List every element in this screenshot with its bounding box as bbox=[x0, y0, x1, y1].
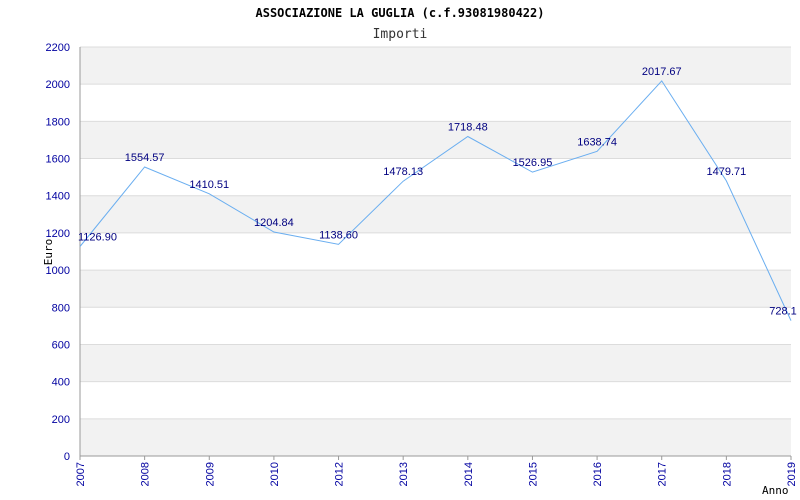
plot-band bbox=[80, 344, 791, 382]
data-label: 2017.67 bbox=[642, 66, 682, 78]
y-tick-label: 1200 bbox=[46, 228, 70, 240]
data-label: 1718.48 bbox=[448, 122, 488, 134]
x-tick-label: 2008 bbox=[140, 462, 152, 486]
data-label: 1138.60 bbox=[319, 229, 358, 241]
x-tick-label: 2016 bbox=[592, 462, 604, 486]
plot-band bbox=[80, 381, 791, 419]
x-tick-label: 2013 bbox=[398, 462, 410, 486]
y-tick-label: 800 bbox=[52, 302, 70, 314]
x-tick-label: 2007 bbox=[75, 462, 87, 486]
y-tick-label: 2000 bbox=[46, 79, 70, 91]
x-tick-label: 2018 bbox=[721, 462, 733, 486]
y-tick-label: 200 bbox=[52, 414, 70, 426]
data-label: 1638.74 bbox=[577, 136, 617, 148]
x-tick-label: 2015 bbox=[527, 462, 539, 486]
data-label: 1554.57 bbox=[125, 152, 165, 164]
x-tick-label: 2017 bbox=[657, 462, 669, 486]
chart-title: ASSOCIAZIONE LA GUGLIA (c.f.93081980422) bbox=[256, 6, 545, 20]
x-tick-labels: 2007 2008 2009 2010 2012 2013 2014 2015 2016 2017… bbox=[75, 456, 798, 486]
plot-band bbox=[80, 158, 791, 196]
data-label: 1478.13 bbox=[383, 166, 423, 178]
plot-band bbox=[80, 121, 791, 159]
y-tick-label: 400 bbox=[52, 377, 70, 389]
data-label: 1479.71 bbox=[706, 166, 746, 178]
data-label: 728.1 bbox=[769, 306, 797, 318]
y-tick-label: 1000 bbox=[46, 265, 70, 277]
plot-band bbox=[80, 307, 791, 345]
plot-band bbox=[80, 418, 791, 456]
data-label: 1126.90 bbox=[78, 231, 117, 243]
x-tick-label: 2009 bbox=[204, 462, 216, 486]
plot-band bbox=[80, 270, 791, 308]
y-tick-label: 1600 bbox=[46, 154, 70, 166]
x-tick-label: 2014 bbox=[463, 462, 475, 486]
y-tick-label: 1400 bbox=[46, 191, 70, 203]
y-tick-label: 1800 bbox=[46, 116, 70, 128]
y-axis-title: Euro bbox=[42, 239, 55, 266]
x-tick-label: 2019 bbox=[786, 462, 798, 486]
data-label: 1526.95 bbox=[513, 157, 553, 169]
data-label: 1410.51 bbox=[189, 179, 229, 191]
plot-band bbox=[80, 47, 791, 85]
plot-background-bands bbox=[80, 47, 791, 456]
line-chart: 0 200 400 600 800 1000 1200 1400 1600 1800 2000 220… bbox=[42, 6, 798, 497]
x-axis-title: Anno bbox=[762, 484, 789, 497]
x-tick-label: 2012 bbox=[334, 462, 346, 486]
plot-band bbox=[80, 195, 791, 233]
y-tick-label: 2200 bbox=[46, 42, 70, 54]
data-label: 1204.84 bbox=[254, 217, 294, 229]
plot-band bbox=[80, 232, 791, 271]
y-tick-label: 0 bbox=[64, 451, 70, 463]
x-tick-label: 2010 bbox=[269, 462, 281, 486]
y-tick-label: 600 bbox=[52, 339, 70, 351]
chart-subtitle: Importi bbox=[373, 27, 428, 42]
